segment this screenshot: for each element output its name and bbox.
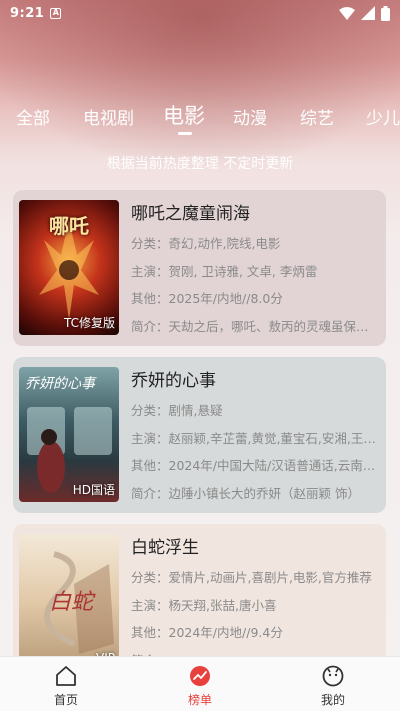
notification-icon: A xyxy=(50,7,62,19)
bottom-nav: 首页 榜单 我的 xyxy=(0,656,400,711)
movie-card[interactable]: 乔妍的心事 HD国语 乔妍的心事 分类：剧情,悬疑 主演：赵丽颖,辛芷蕾,黄觉,… xyxy=(13,357,386,513)
movie-other-info: 其他：2024年/内地//9.4分 xyxy=(131,625,283,640)
status-bar: 9:21 A xyxy=(0,0,400,26)
active-tab-indicator xyxy=(178,132,192,135)
movie-title: 哪吒之魔童闹海 xyxy=(131,204,250,224)
poster-art-text: 乔妍的心事 xyxy=(25,376,95,392)
ranking-icon xyxy=(190,666,210,686)
nav-profile-label: 我的 xyxy=(320,693,345,707)
quality-badge: HD国语 xyxy=(72,483,115,497)
tab-variety[interactable]: 综艺 xyxy=(300,104,334,129)
poster-art-text: 白蛇 xyxy=(49,590,94,615)
nav-ranking-label: 榜单 xyxy=(187,693,212,707)
poster-art-text: 哪吒 xyxy=(49,214,89,238)
movie-genre: 分类：爱情片,动画片,喜剧片,电影,官方推荐 xyxy=(131,570,372,585)
tab-kids[interactable]: 少儿 xyxy=(366,104,400,129)
movie-title: 白蛇浮生 xyxy=(131,538,199,558)
nav-home[interactable]: 首页 xyxy=(36,663,96,708)
tab-movies[interactable]: 电影 xyxy=(163,100,205,130)
movie-other-info: 其他：2024年/中国大陆/汉语普通话,云南方言 xyxy=(131,458,378,473)
wifi-icon xyxy=(339,6,355,20)
nav-profile[interactable]: 我的 xyxy=(303,663,363,708)
movie-intro: 简介：边陲小镇长大的乔妍（赵丽颖 饰） xyxy=(131,485,360,501)
signal-icon xyxy=(361,6,375,20)
movie-card[interactable]: 哪吒 TC修复版 哪吒之魔童闹海 分类：奇幻,动作,院线,电影 主演：贺刚, 卫… xyxy=(13,190,386,346)
nav-ranking[interactable]: 榜单 xyxy=(170,663,230,708)
movie-poster: 白蛇 VIP xyxy=(19,534,119,669)
movie-genre: 分类：剧情,悬疑 xyxy=(131,403,223,418)
profile-icon xyxy=(322,665,344,687)
tab-anime[interactable]: 动漫 xyxy=(233,104,267,129)
tab-tv-series[interactable]: 电视剧 xyxy=(83,104,134,129)
battery-icon xyxy=(381,5,390,21)
home-icon xyxy=(56,666,76,686)
movie-intro: 简介：天劫之后，哪吒、敖丙的灵魂虽保住了，但肉身很快会魂飞魄散。 xyxy=(131,318,378,334)
movie-poster: 乔妍的心事 HD国语 xyxy=(19,367,119,502)
movie-genre: 分类：奇幻,动作,院线,电影 xyxy=(131,236,281,251)
movie-title: 乔妍的心事 xyxy=(131,371,216,391)
movie-cast: 主演：杨天翔,张喆,唐小喜 xyxy=(131,597,277,613)
quality-badge: TC修复版 xyxy=(63,316,115,330)
movie-poster: 哪吒 TC修复版 xyxy=(19,200,119,335)
nav-home-label: 首页 xyxy=(53,693,78,707)
category-tabs: 全部 电视剧 电影 动漫 综艺 少儿 xyxy=(0,96,400,136)
status-time: 9:21 xyxy=(10,5,45,21)
movie-cast: 主演：贺刚, 卫诗雅, 文卓, 李炳雷 xyxy=(131,263,318,279)
ranking-subtitle: 根据当前热度整理 不定时更新 xyxy=(106,156,294,172)
movie-cast: 主演：赵丽颖,辛芷蕾,黄觉,董宝石,安湘,王耀庆 xyxy=(131,430,378,446)
movie-other-info: 其他：2025年/内地//8.0分 xyxy=(131,291,283,306)
tab-all[interactable]: 全部 xyxy=(16,104,50,129)
